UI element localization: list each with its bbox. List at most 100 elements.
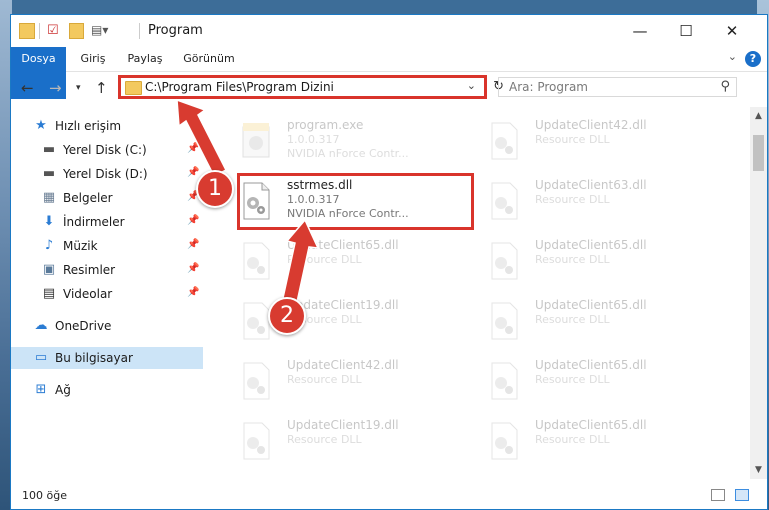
documents-icon: ▦ [42, 190, 56, 205]
pictures-icon: ▣ [42, 262, 56, 277]
file-name: UpdateClient65.dll [535, 238, 647, 252]
exe-file-icon [242, 123, 270, 158]
vertical-scrollbar[interactable]: ▲ ▼ [750, 107, 767, 479]
close-button[interactable]: ✕ [709, 15, 755, 47]
sidebar-item-this-pc[interactable]: ▭ Bu bilgisayar [11, 347, 203, 369]
sidebar-item-label: İndirmeler [63, 215, 125, 229]
list-item[interactable]: UpdateClient65.dll Resource DLL [229, 233, 464, 285]
dll-file-icon [491, 302, 518, 340]
back-arrow-icon[interactable]: ← [21, 79, 34, 97]
help-icon[interactable]: ? [745, 51, 761, 67]
list-item[interactable]: program.exe 1.0.0.317 NVIDIA nForce Cont… [229, 113, 464, 165]
minimize-button[interactable]: — [617, 15, 663, 47]
window-title: Program [148, 23, 203, 38]
status-bar: 100 öğe [11, 483, 767, 509]
tab-share[interactable]: Paylaş [121, 47, 169, 71]
folder-icon [125, 81, 142, 95]
pin-icon[interactable]: 📌 [187, 287, 199, 298]
customize-icon[interactable]: ▤▾ [91, 23, 108, 39]
chevron-down-icon[interactable]: ⌄ [728, 50, 737, 63]
file-description: Resource DLL [535, 253, 610, 266]
up-arrow-icon[interactable]: ↑ [95, 79, 108, 97]
list-item[interactable]: UpdateClient65.dll Resource DLL [477, 353, 712, 405]
file-description: Resource DLL [535, 433, 610, 446]
pin-icon[interactable]: 📌 [187, 239, 199, 250]
file-name: UpdateClient42.dll [535, 118, 647, 132]
file-description: NVIDIA nForce Contr... [287, 147, 409, 160]
sidebar-item-network[interactable]: ⊞ Ağ [11, 379, 203, 401]
sidebar-item-label: Müzik [63, 239, 98, 253]
music-icon: ♪ [44, 238, 54, 253]
search-icon: ⚲ [720, 79, 730, 94]
file-name: UpdateClient63.dll [535, 178, 647, 192]
pin-icon[interactable]: 📌 [187, 263, 199, 274]
address-bar[interactable]: C:\Program Files\Program Dizini ⌄ ↻ [118, 75, 504, 99]
explorer-window: ☑ ▤▾ Program — ☐ ✕ Dosya Giriş Paylaş Gö… [10, 14, 768, 510]
file-description: Resource DLL [535, 193, 610, 206]
file-description: Resource DLL [535, 133, 610, 146]
scrollbar-thumb[interactable] [753, 135, 764, 171]
sidebar-item-label: Yerel Disk (D:) [63, 167, 148, 181]
sidebar-item-quick-access[interactable]: ★ Hızlı erişim [11, 115, 203, 137]
sidebar-item-onedrive[interactable]: ☁ OneDrive [11, 315, 203, 337]
network-icon: ⊞ [35, 382, 47, 397]
sidebar-item-documents[interactable]: ▦ Belgeler 📌 [11, 187, 203, 209]
list-item[interactable]: UpdateClient65.dll Resource DLL [477, 233, 712, 285]
pin-icon[interactable]: 📌 [187, 143, 199, 154]
list-item[interactable]: UpdateClient42.dll Resource DLL [477, 113, 712, 165]
file-name: UpdateClient65.dll [287, 238, 399, 252]
dll-file-icon [243, 362, 270, 400]
list-item[interactable]: UpdateClient65.dll Resource DLL [477, 293, 712, 345]
file-name: UpdateClient65.dll [535, 418, 647, 432]
sidebar-item-label: Videolar [63, 287, 113, 301]
tab-view[interactable]: Görünüm [179, 47, 239, 71]
search-input[interactable]: Ara: Program ⚲ [498, 77, 737, 97]
pin-icon[interactable]: 📌 [187, 167, 199, 178]
file-description: Resource DLL [535, 313, 610, 326]
sidebar-item-disk-c[interactable]: ▬ Yerel Disk (C:) 📌 [11, 139, 203, 161]
sidebar-item-label: Yerel Disk (C:) [63, 143, 147, 157]
sidebar-item-disk-d[interactable]: ▬ Yerel Disk (D:) 📌 [11, 163, 203, 185]
download-icon: ⬇ [43, 214, 55, 229]
list-item[interactable]: UpdateClient63.dll Resource DLL [477, 173, 712, 225]
address-path: C:\Program Files\Program Dizini [145, 80, 334, 94]
details-view-icon[interactable] [711, 489, 725, 501]
cloud-icon: ☁ [34, 318, 48, 333]
maximize-button[interactable]: ☐ [663, 15, 709, 47]
sidebar-item-pictures[interactable]: ▣ Resimler 📌 [11, 259, 203, 281]
dll-file-icon [243, 422, 270, 460]
navigation-pane: ★ Hızlı erişim ▬ Yerel Disk (C:) 📌 ▬ Yer… [11, 107, 203, 477]
tab-home[interactable]: Giriş [73, 47, 113, 71]
list-item[interactable]: UpdateClient65.dll Resource DLL [477, 413, 712, 465]
item-count: 100 öğe [22, 489, 67, 502]
callout-badge-1: 1 [196, 170, 234, 208]
callout-badge-2: 2 [268, 297, 306, 335]
chevron-down-icon[interactable]: ⌄ [467, 79, 476, 92]
chevron-down-icon[interactable]: ▾ [76, 83, 81, 93]
properties-icon[interactable]: ☑ [47, 23, 59, 39]
pin-icon[interactable]: 📌 [187, 215, 199, 226]
divider [39, 23, 40, 39]
folder-icon [19, 23, 35, 39]
computer-icon: ▭ [34, 350, 48, 365]
list-item[interactable]: UpdateClient42.dll Resource DLL [229, 353, 464, 405]
scroll-down-icon[interactable]: ▼ [750, 465, 767, 475]
sidebar-item-music[interactable]: ♪ Müzik 📌 [11, 235, 203, 257]
file-version: 1.0.0.317 [287, 133, 340, 146]
new-folder-icon[interactable] [69, 23, 84, 39]
sidebar-item-videos[interactable]: ▤ Videolar 📌 [11, 283, 203, 305]
forward-arrow-icon[interactable]: → [49, 79, 62, 97]
ribbon-tabs: Dosya Giriş Paylaş Görünüm ⌄ ? [11, 47, 767, 99]
sidebar-item-label: Hızlı erişim [55, 119, 122, 133]
sidebar-item-downloads[interactable]: ⬇ İndirmeler 📌 [11, 211, 203, 233]
file-list: program.exe 1.0.0.317 NVIDIA nForce Cont… [219, 107, 739, 479]
list-item[interactable]: UpdateClient19.dll Resource DLL [229, 293, 464, 345]
scroll-up-icon[interactable]: ▲ [750, 111, 767, 121]
tiles-view-icon[interactable] [735, 489, 749, 501]
file-description: Resource DLL [287, 253, 362, 266]
list-item[interactable]: UpdateClient19.dll Resource DLL [229, 413, 464, 465]
sidebar-item-label: Bu bilgisayar [55, 351, 133, 365]
search-placeholder: Ara: Program [509, 80, 588, 94]
dll-file-icon [491, 122, 518, 160]
file-name: UpdateClient65.dll [535, 298, 647, 312]
